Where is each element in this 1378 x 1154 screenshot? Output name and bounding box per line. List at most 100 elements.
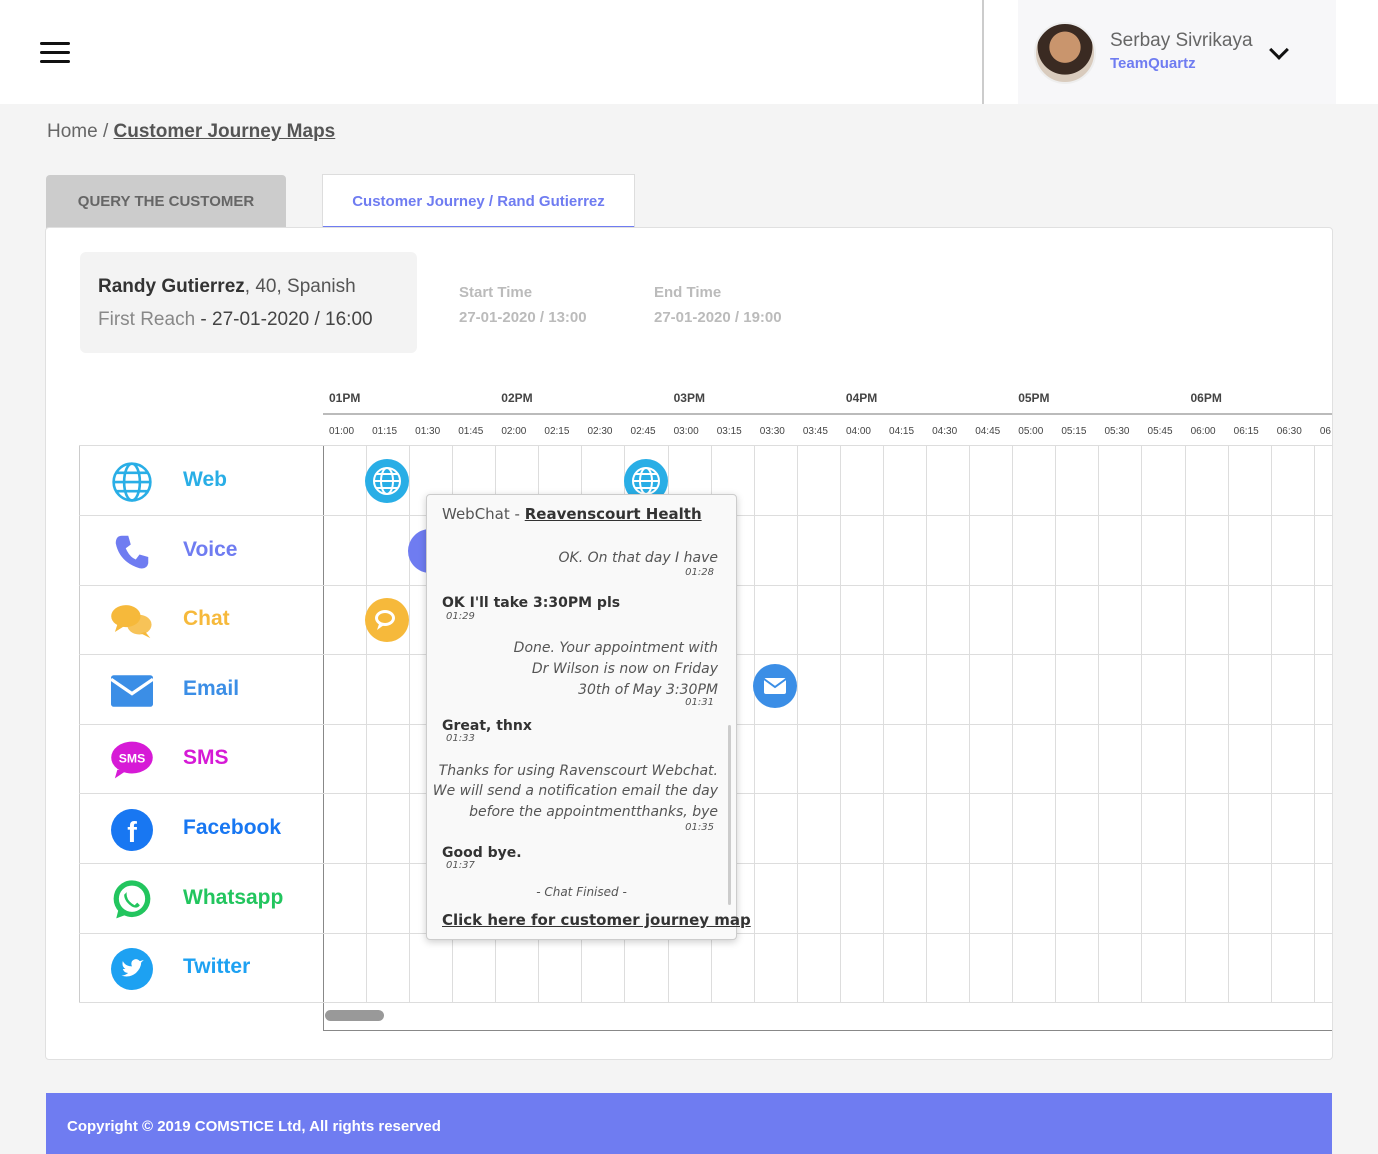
user-menu[interactable]: Serbay Sivrikaya TeamQuartz (982, 0, 1336, 104)
timeline-quarter-label: 02:00 (501, 426, 527, 437)
customer-card: Randy Gutierrez, 40, Spanish First Reach… (80, 252, 417, 353)
timeline-bottom-axis (323, 1030, 1332, 1031)
hamburger-menu-icon[interactable] (40, 42, 70, 64)
timeline-quarter-label: 05:15 (1061, 426, 1087, 437)
facebook-icon: f (110, 808, 154, 852)
chat-message-line: OK I'll take 3:30PM pls (442, 595, 621, 611)
timeline-quarter-label: 01:00 (329, 426, 355, 437)
horizontal-scrollbar[interactable] (325, 1010, 384, 1021)
channel-label[interactable]: Voice (183, 538, 237, 562)
chat-message-line: OK. On that day I have (558, 550, 718, 566)
twitter-icon (110, 947, 154, 991)
customer-details: , 40, Spanish (244, 276, 356, 297)
chat-icon (375, 610, 395, 630)
chat-finished-text: - Chat Finised - (536, 885, 627, 899)
chat-message-time: 01:37 (446, 860, 475, 871)
channel-label[interactable]: Chat (183, 607, 230, 631)
whatsapp-icon (110, 878, 154, 922)
user-team: TeamQuartz (1110, 55, 1196, 72)
breadcrumb-current[interactable]: Customer Journey Maps (114, 121, 336, 142)
start-time-value: 27-01-2020 / 13:00 (459, 309, 587, 326)
sms-icon: SMS (110, 738, 154, 782)
timeline-quarter-label: 06 (1319, 426, 1331, 437)
chat-message-line: Done. Your appointment with (513, 640, 718, 656)
breadcrumb: Home / Customer Journey Maps (47, 121, 335, 143)
globe-icon (110, 460, 154, 504)
timeline-quarter-label: 02:30 (587, 426, 613, 437)
timeline-quarter-label: 03:00 (673, 426, 699, 437)
user-name: Serbay Sivrikaya (1110, 30, 1253, 51)
chat-message-time: 01:29 (446, 611, 475, 622)
timeline-quarter-label: 04:30 (932, 426, 958, 437)
timeline-quarter-label: 01:30 (415, 426, 441, 437)
timeline-quarter-label: 04:45 (975, 426, 1001, 437)
channel-label[interactable]: Twitter (183, 955, 250, 979)
timeline-quarter-label: 03:30 (759, 426, 785, 437)
globe-icon (373, 467, 401, 495)
svg-text:f: f (127, 817, 137, 849)
footer-copyright: Copyright © 2019 COMSTICE Ltd, All right… (67, 1118, 441, 1135)
tab-query-customer[interactable]: QUERY THE CUSTOMER (46, 175, 286, 228)
end-time-value: 27-01-2020 / 19:00 (654, 309, 782, 326)
timeline-divider (323, 413, 1332, 415)
web-event-marker[interactable] (365, 459, 409, 503)
chat-message-time: 01:35 (685, 822, 714, 833)
envelope-icon (110, 669, 154, 713)
breadcrumb-separator: / (102, 121, 109, 142)
journey-map-link[interactable]: Click here for customer journey map (442, 911, 751, 929)
timeline-quarter-label: 01:15 (372, 426, 398, 437)
customer-summary: Randy Gutierrez, 40, Spanish (98, 276, 356, 298)
timeline-hour-label: 05PM (1018, 391, 1050, 405)
timeline-quarter-label: 01:45 (458, 426, 484, 437)
timeline-hour-label: 02PM (501, 391, 533, 405)
timeline-quarter-label: 06:00 (1190, 426, 1216, 437)
timeline-quarter-label: 04:00 (845, 426, 871, 437)
timeline-quarter-label: 02:15 (544, 426, 570, 437)
timeline-quarter-label: 05:30 (1104, 426, 1130, 437)
tab-customer-journey[interactable]: Customer Journey / Rand Gutierrez (322, 174, 635, 231)
timeline-quarter-label: 03:15 (716, 426, 742, 437)
chat-message-time: 01:28 (685, 567, 714, 578)
timeline-quarter-label: 02:45 (630, 426, 656, 437)
channel-label[interactable]: SMS (183, 746, 229, 770)
webchat-popup: WebChat - Reavenscourt Health OK. On tha… (426, 494, 751, 940)
channel-label[interactable]: Email (183, 677, 239, 701)
svg-text:SMS: SMS (119, 752, 145, 766)
customer-name: Randy Gutierrez (98, 276, 245, 297)
timeline-quarter-label: 05:00 (1018, 426, 1044, 437)
first-reach: First Reach - 27-01-2020 / 16:00 (98, 309, 373, 331)
chat-message-line: We will send a notification email the da… (432, 783, 718, 799)
chat-message-line: Good bye. (442, 845, 522, 861)
footer: Copyright © 2019 COMSTICE Ltd, All right… (46, 1093, 1332, 1154)
envelope-icon (763, 678, 787, 694)
popup-title: WebChat - Reavenscourt Health (442, 505, 702, 523)
phone-icon (110, 530, 154, 574)
chat-message-line: Dr Wilson is now on Friday (531, 661, 718, 677)
timeline-quarter-label: 03:45 (802, 426, 828, 437)
chat-message-time: 01:33 (446, 733, 475, 744)
popup-company-link[interactable]: Reavenscourt Health (525, 505, 702, 523)
chat-message-line: Thanks for using Ravenscourt Webchat. (438, 763, 718, 779)
timeline-hour-label: 01PM (329, 391, 361, 405)
chat-event-marker[interactable] (365, 598, 409, 642)
end-time-label: End Time (654, 284, 722, 301)
timeline-hour-label: 06PM (1190, 391, 1222, 405)
avatar[interactable] (1034, 22, 1096, 84)
timeline-hour-label: 03PM (673, 391, 705, 405)
channel-label[interactable]: Whatsapp (183, 886, 283, 910)
channel-label[interactable]: Web (183, 468, 227, 492)
chat-message-line: before the appointmentthanks, bye (469, 804, 718, 820)
timeline-quarter-label: 04:15 (889, 426, 915, 437)
globe-icon (632, 467, 660, 495)
email-event-marker[interactable] (753, 664, 797, 708)
top-bar: Serbay Sivrikaya TeamQuartz (0, 0, 1378, 104)
first-reach-value: - 27-01-2020 / 16:00 (195, 309, 373, 330)
popup-prefix: WebChat - (442, 505, 525, 523)
start-time-label: Start Time (459, 284, 533, 301)
chat-icon (110, 599, 154, 643)
chat-message-line: 30th of May 3:30PM (578, 682, 718, 698)
popup-scrollbar[interactable] (728, 725, 731, 905)
timeline-quarter-label: 06:15 (1233, 426, 1259, 437)
channel-label[interactable]: Facebook (183, 816, 281, 840)
breadcrumb-home[interactable]: Home (47, 121, 98, 142)
